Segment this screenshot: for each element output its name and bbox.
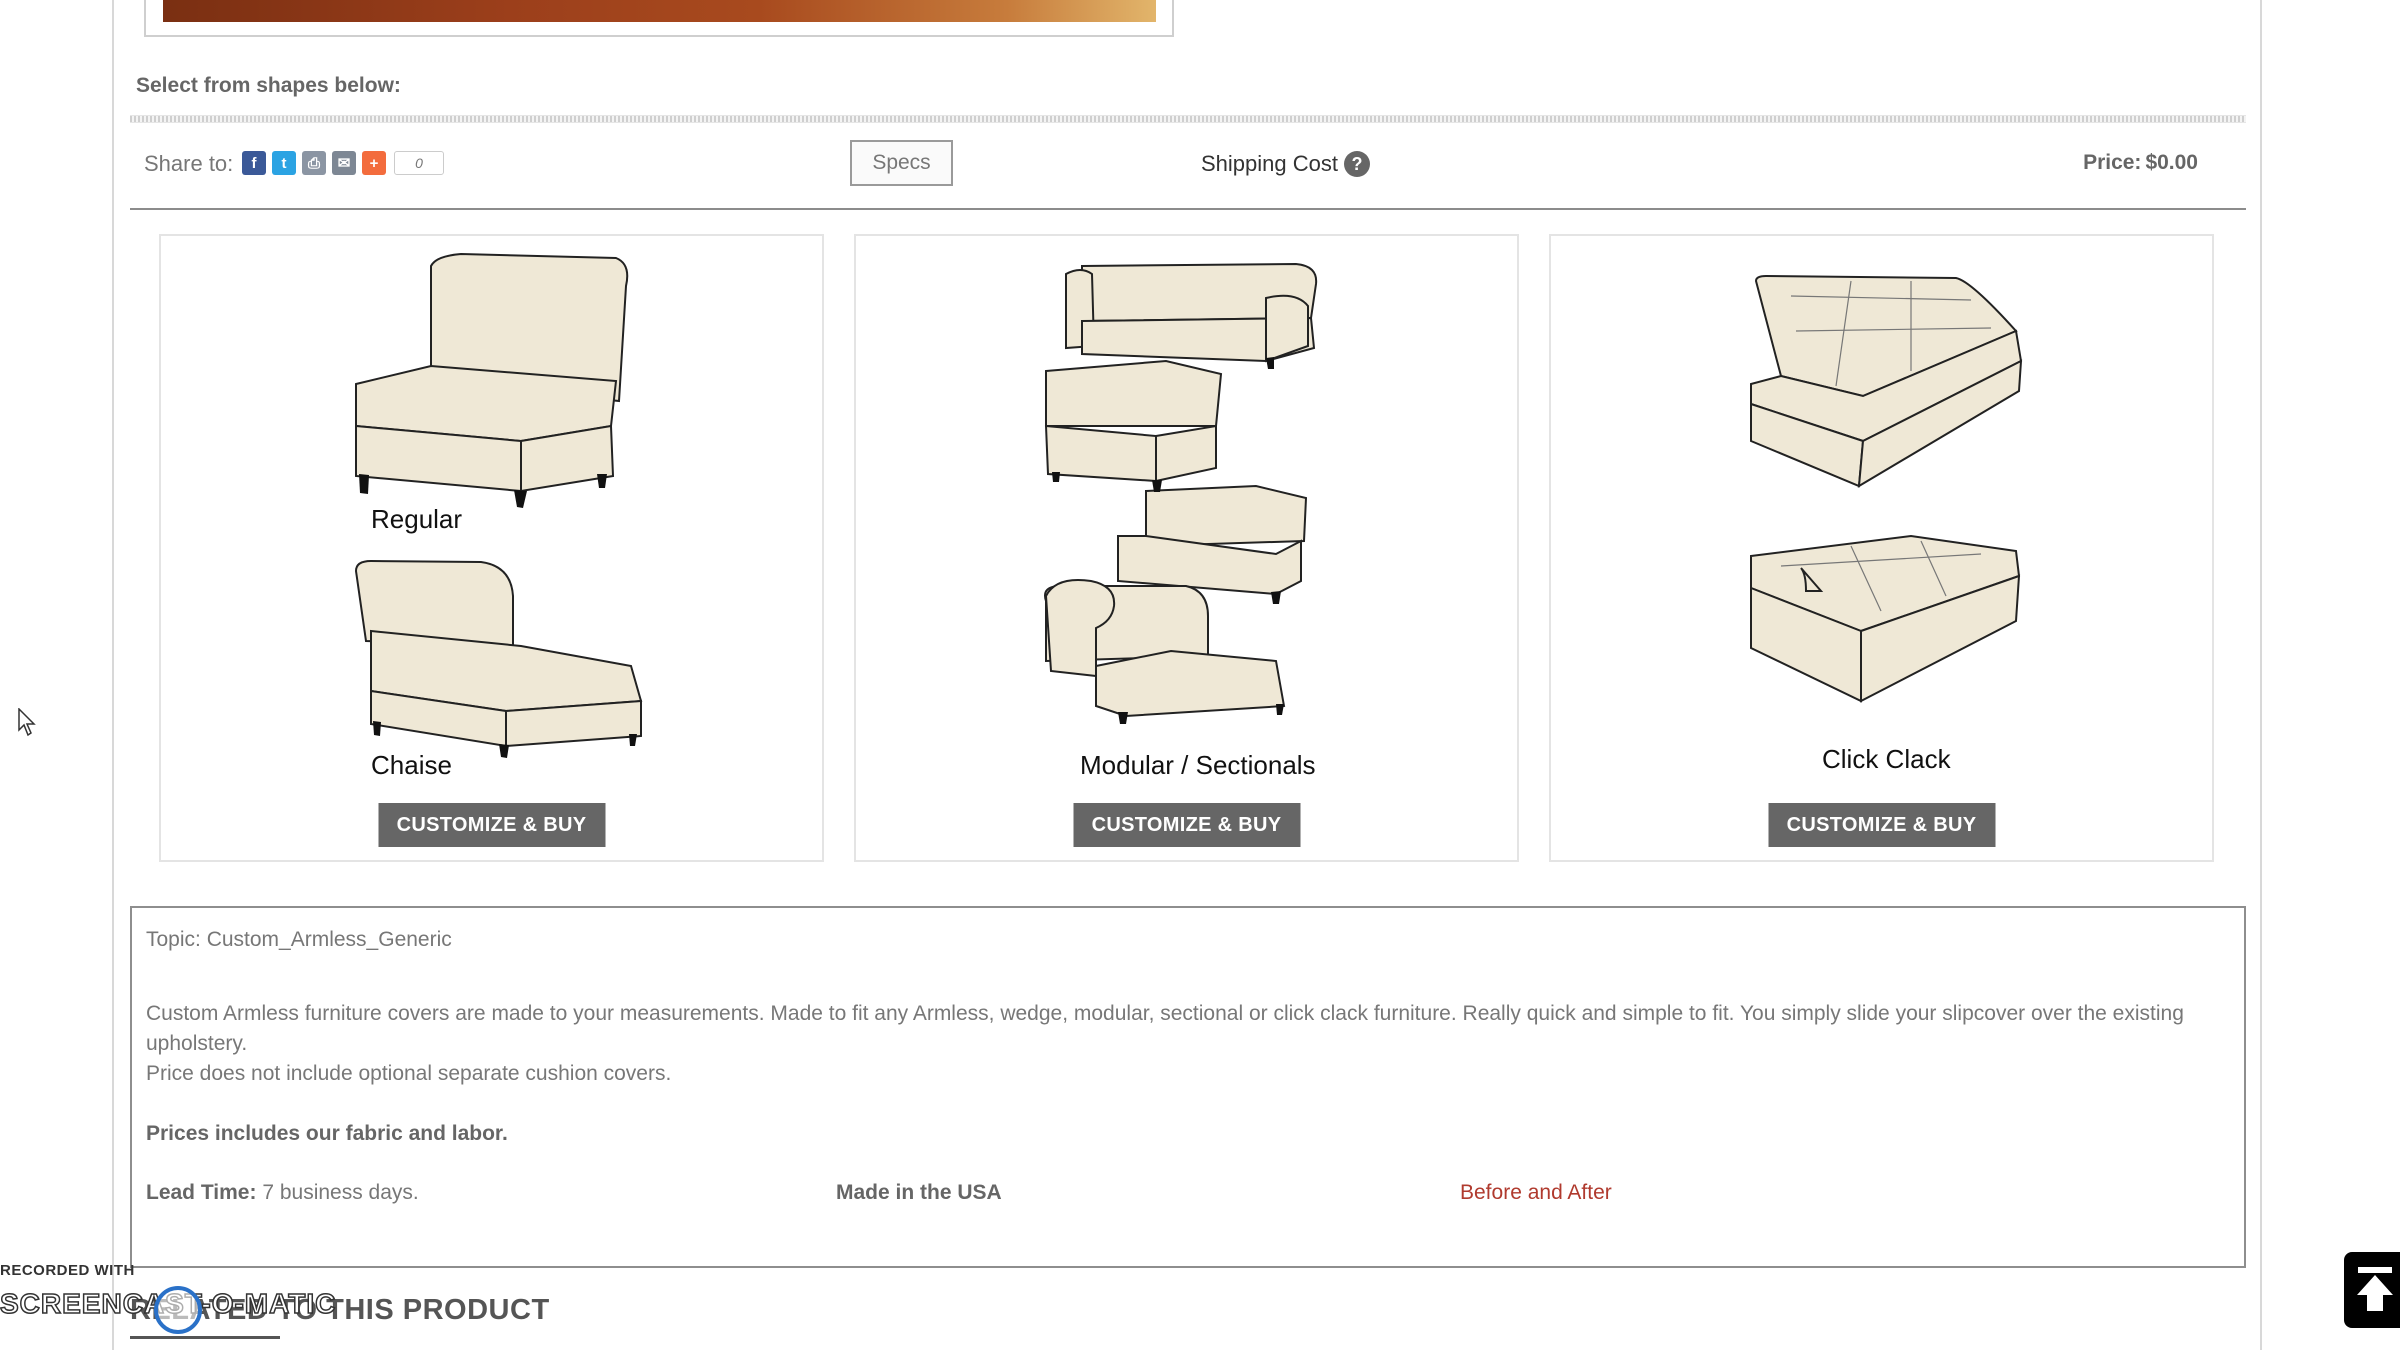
specs-button[interactable]: Specs — [850, 140, 953, 186]
price-note: Price does not include optional separate… — [146, 1062, 672, 1085]
customize-buy-button-modular[interactable]: CUSTOMIZE & BUY — [1073, 803, 1300, 847]
shape-card-modular[interactable]: Modular / Sectionals CUSTOMIZE & BUY — [854, 234, 1519, 862]
dotted-divider — [130, 115, 2246, 123]
twitter-icon[interactable]: t — [272, 151, 296, 175]
fabric-note: Prices includes our fabric and labor. — [146, 1122, 508, 1145]
before-after-link[interactable]: Before and After — [1460, 1178, 1612, 1208]
label-click-clack: Click Clack — [1822, 744, 1951, 774]
select-shapes-heading: Select from shapes below: — [136, 74, 401, 97]
click-clack-illustration — [1750, 274, 2023, 703]
topic-line: Topic: Custom_Armless_Generic — [146, 928, 452, 951]
print-icon[interactable]: ⎙ — [302, 151, 326, 175]
shape-card-regular[interactable]: Regular Chaise CUSTOMIZE & BUY — [159, 234, 824, 862]
screencast-watermark: RECORDED WITH SCREENCAST-O-MATIC — [0, 1262, 336, 1334]
shipping-cost-link[interactable]: Shipping Cost ? — [1201, 151, 1370, 177]
customize-buy-button-click-clack[interactable]: CUSTOMIZE & BUY — [1768, 803, 1995, 847]
shape-card-click-clack[interactable]: Click Clack CUSTOMIZE & BUY — [1549, 234, 2214, 862]
modular-sectionals-illustration — [1044, 262, 1318, 724]
addthis-icon[interactable]: + — [362, 151, 386, 175]
watermark-top-text: RECORDED WITH — [0, 1262, 135, 1279]
price-label: Price: — [2083, 151, 2142, 174]
mouse-cursor-icon — [18, 708, 36, 737]
back-to-top-button[interactable] — [2344, 1252, 2400, 1328]
share-label: Share to: — [144, 151, 234, 176]
lead-time: Lead Time: 7 business days. — [146, 1178, 419, 1208]
related-heading-underline — [130, 1336, 280, 1339]
email-icon[interactable]: ✉ — [332, 151, 356, 175]
share-icons: f t ⎙ ✉ + 0 — [242, 151, 444, 175]
facebook-icon[interactable]: f — [242, 151, 266, 175]
price-value: $0.00 — [2145, 151, 2198, 174]
lead-time-label: Lead Time: — [146, 1181, 257, 1204]
help-icon[interactable]: ? — [1343, 151, 1370, 177]
regular-chaise-illustration — [354, 252, 643, 758]
product-hero-image — [144, 0, 1174, 37]
lead-time-value: 7 business days. — [262, 1181, 419, 1204]
price-display: Price: $0.00 — [2083, 151, 2198, 175]
label-modular-sectionals: Modular / Sectionals — [1080, 750, 1316, 780]
customize-buy-button-regular[interactable]: CUSTOMIZE & BUY — [378, 803, 605, 847]
watermark-logo — [154, 1286, 202, 1334]
product-info-box: Topic: Custom_Armless_Generic Custom Arm… — [130, 906, 2246, 1268]
toolbar-divider — [130, 208, 2246, 210]
description-text: Custom Armless furniture covers are made… — [146, 1002, 2184, 1055]
shipping-cost-label: Shipping Cost — [1201, 151, 1338, 176]
label-chaise: Chaise — [371, 750, 452, 780]
share-count: 0 — [394, 151, 444, 175]
arrow-up-icon — [2357, 1267, 2393, 1311]
fabric-swatch-image — [163, 0, 1156, 22]
label-regular: Regular — [371, 504, 463, 534]
made-in-usa: Made in the USA — [836, 1181, 1002, 1204]
